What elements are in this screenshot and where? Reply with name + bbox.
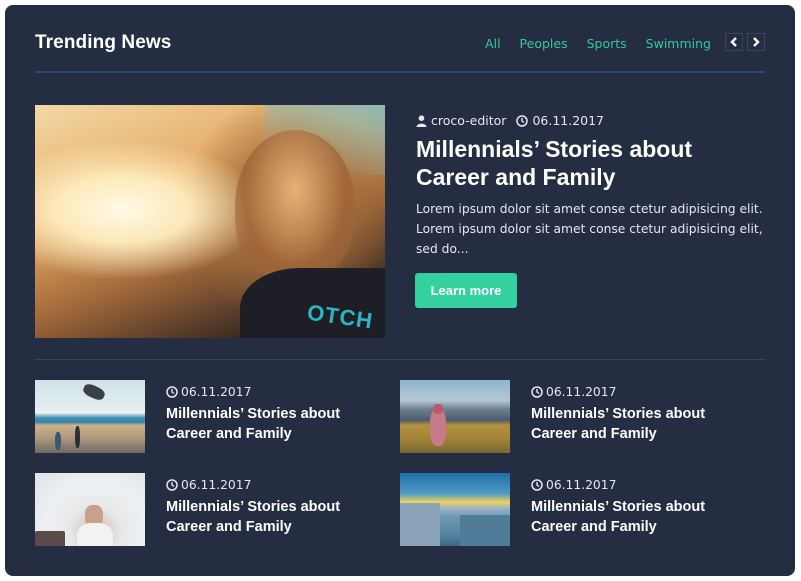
clock-icon xyxy=(166,386,178,398)
filter-tab-swimming[interactable]: Swimming xyxy=(646,32,711,56)
filter-tab-all[interactable]: All xyxy=(485,32,501,56)
news-item-thumbnail[interactable] xyxy=(400,473,510,546)
widget-title: Trending News xyxy=(35,32,172,53)
news-item-thumbnail[interactable] xyxy=(400,380,510,453)
featured-meta: croco-editor 06.11.2017 xyxy=(416,113,604,128)
trending-news-widget: Trending News All Peoples Sports Swimmin… xyxy=(5,5,795,576)
filter-tabs: All Peoples Sports Swimming xyxy=(485,32,765,56)
news-item-thumbnail[interactable] xyxy=(35,473,145,546)
pager-controls xyxy=(725,33,765,51)
filter-tab-peoples[interactable]: Peoples xyxy=(520,32,568,56)
clock-icon xyxy=(166,479,178,491)
user-icon xyxy=(416,114,427,127)
news-item-date: 06.11.2017 xyxy=(531,478,616,492)
news-item-title[interactable]: Millennials’ Stories about Career and Fa… xyxy=(166,497,356,537)
clock-icon xyxy=(531,386,543,398)
news-item-date: 06.11.2017 xyxy=(531,385,616,399)
featured-author[interactable]: croco-editor xyxy=(431,113,506,128)
featured-excerpt: Lorem ipsum dolor sit amet conse ctetur … xyxy=(416,202,763,256)
news-item-thumbnail[interactable] xyxy=(35,380,145,453)
chevron-right-icon xyxy=(753,37,760,47)
clock-icon xyxy=(531,479,543,491)
learn-more-button[interactable]: Learn more xyxy=(415,273,517,308)
featured-image[interactable]: OTCH xyxy=(35,105,385,338)
news-item: 06.11.2017 Millennials’ Stories about Ca… xyxy=(35,473,365,547)
featured-date: 06.11.2017 xyxy=(532,113,605,128)
featured-title[interactable]: Millennials’ Stories about Career and Fa… xyxy=(416,135,756,191)
header-divider xyxy=(35,71,765,73)
news-item-date: 06.11.2017 xyxy=(166,385,251,399)
section-divider xyxy=(35,359,765,360)
news-item-date: 06.11.2017 xyxy=(166,478,251,492)
filter-tab-sports[interactable]: Sports xyxy=(587,32,627,56)
news-item-title[interactable]: Millennials’ Stories about Career and Fa… xyxy=(166,404,356,444)
next-button[interactable] xyxy=(747,33,765,51)
clock-icon xyxy=(516,114,529,127)
news-item: 06.11.2017 Millennials’ Stories about Ca… xyxy=(35,380,365,454)
news-item-title[interactable]: Millennials’ Stories about Career and Fa… xyxy=(531,404,721,444)
news-item: 06.11.2017 Millennials’ Stories about Ca… xyxy=(400,473,730,547)
widget-header: Trending News All Peoples Sports Swimmin… xyxy=(35,30,765,72)
prev-button[interactable] xyxy=(725,33,743,51)
news-item: 06.11.2017 Millennials’ Stories about Ca… xyxy=(400,380,730,454)
news-item-title[interactable]: Millennials’ Stories about Career and Fa… xyxy=(531,497,721,537)
chevron-left-icon xyxy=(730,37,737,47)
